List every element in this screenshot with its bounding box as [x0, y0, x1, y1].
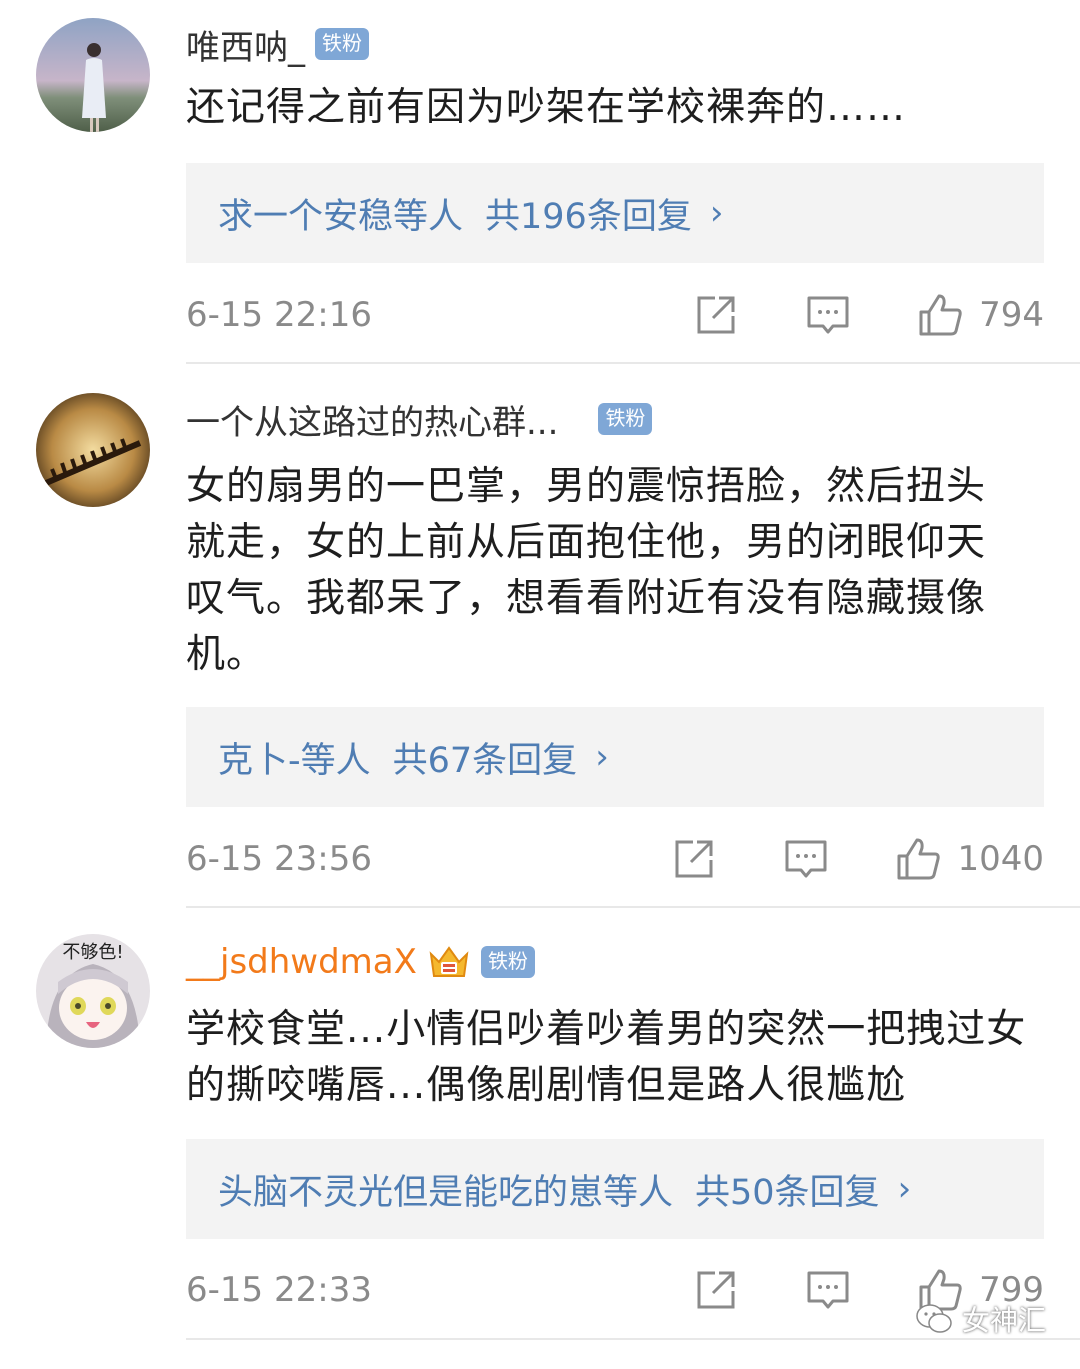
- fan-badge: 铁粉: [315, 28, 369, 60]
- reply-authors: 克卜-等人: [218, 740, 371, 781]
- reply-count: 共50条回复: [695, 1172, 880, 1213]
- watermark-text: 女神汇: [961, 1304, 1046, 1337]
- share-icon[interactable]: [671, 836, 717, 882]
- comment-item: 一个从这路过的热心群... 铁粉 女的扇男的一巴掌，男的震惊捂脸，然后扭头就走，…: [0, 365, 1080, 910]
- comment-text: 女的扇男的一巴掌，男的震惊捂脸，然后扭头就走，女的上前从后面抱住他，男的闭眼仰天…: [186, 464, 987, 677]
- comment-icon[interactable]: [783, 836, 829, 882]
- avatar[interactable]: [36, 18, 150, 132]
- chevron-right-icon: ›: [897, 1169, 912, 1209]
- divider: [186, 362, 1080, 364]
- divider: [186, 906, 1080, 908]
- comment-footer: 6-15 22:16 794: [186, 285, 1044, 345]
- share-icon[interactable]: [693, 292, 739, 338]
- avatar[interactable]: [36, 393, 150, 507]
- replies-link[interactable]: 克卜-等人 共67条回复 ›: [186, 707, 1044, 807]
- thumbs-up-icon: [895, 836, 941, 882]
- comment-feed: 唯西呐_ 铁粉 还记得之前有因为吵架在学校裸奔的…… 求一个安稳等人 共196条…: [0, 0, 1080, 1369]
- avatar[interactable]: 不够色!: [36, 934, 150, 1048]
- like-button[interactable]: 1040: [895, 836, 1044, 882]
- comment-text: 学校食堂...小情侣吵着吵着男的突然一把拽过女的撕咬嘴唇...偶像剧剧情但是路人…: [186, 1007, 1027, 1108]
- user-header: 一个从这路过的热心群... 铁粉: [186, 389, 653, 449]
- comment-footer: 6-15 23:56 1040: [186, 829, 1044, 889]
- thumbs-up-icon: [917, 292, 963, 338]
- reply-count: 共196条回复: [485, 196, 692, 237]
- comment-item: 唯西呐_ 铁粉 还记得之前有因为吵架在学校裸奔的…… 求一个安稳等人 共196条…: [0, 0, 1080, 365]
- avatar-caption: 不够色!: [62, 942, 123, 963]
- crown-icon: [429, 946, 469, 977]
- username[interactable]: 一个从这路过的热心群...: [186, 395, 558, 444]
- user-header: __jsdhwdmaX 铁粉: [186, 932, 535, 992]
- reply-authors: 头脑不灵光但是能吃的崽等人: [218, 1172, 674, 1213]
- like-count: 794: [979, 295, 1044, 335]
- timestamp: 6-15 22:33: [186, 1270, 372, 1310]
- comment-text: 还记得之前有因为吵架在学校裸奔的……: [186, 85, 907, 130]
- comment-icon[interactable]: [805, 292, 851, 338]
- wechat-icon: [916, 1304, 952, 1333]
- reply-count: 共67条回复: [392, 740, 578, 781]
- username[interactable]: __jsdhwdmaX: [186, 942, 417, 982]
- chevron-right-icon: ›: [595, 737, 609, 777]
- timestamp: 6-15 22:16: [186, 295, 372, 335]
- comment-icon[interactable]: [805, 1267, 851, 1313]
- replies-link[interactable]: 头脑不灵光但是能吃的崽等人 共50条回复 ›: [186, 1139, 1044, 1239]
- watermark: 女神汇: [914, 1299, 1046, 1339]
- replies-link[interactable]: 求一个安稳等人 共196条回复 ›: [186, 163, 1044, 263]
- chevron-right-icon: ›: [709, 193, 724, 233]
- fan-badge: 铁粉: [598, 403, 653, 435]
- share-icon[interactable]: [693, 1267, 739, 1313]
- like-button[interactable]: 794: [917, 292, 1044, 338]
- username[interactable]: 唯西呐_: [186, 20, 305, 69]
- timestamp: 6-15 23:56: [186, 839, 372, 879]
- fan-badge: 铁粉: [480, 946, 535, 978]
- like-count: 1040: [957, 839, 1044, 879]
- reply-authors: 求一个安稳等人: [218, 196, 464, 237]
- user-header: 唯西呐_ 铁粉: [186, 14, 369, 74]
